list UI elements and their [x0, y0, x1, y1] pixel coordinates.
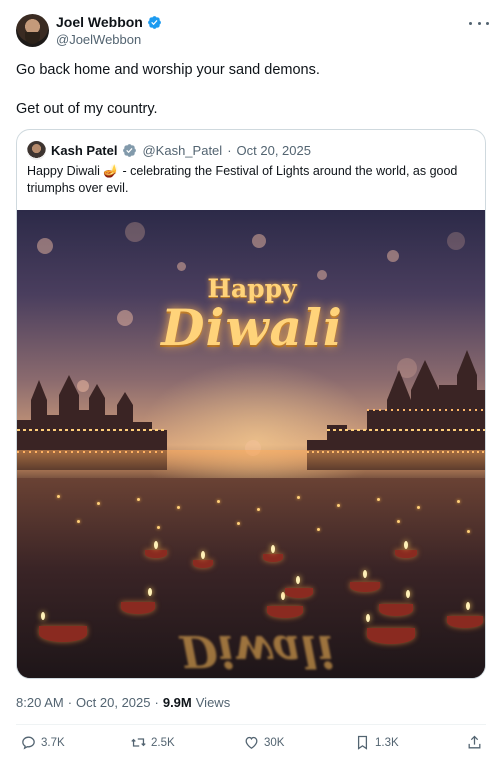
- like-icon: [245, 736, 258, 749]
- like-button[interactable]: 30K: [243, 734, 284, 751]
- quoted-tweet[interactable]: Kash Patel @Kash_Patel · Oct 20, 2025 Ha…: [16, 129, 486, 679]
- author-avatar[interactable]: [16, 14, 49, 47]
- share-icon: [468, 735, 481, 749]
- bookmark-button[interactable]: 1.3K: [354, 734, 399, 751]
- meta-separator-2: ·: [154, 695, 159, 710]
- image-reflection-text: Diwali: [179, 625, 335, 676]
- verified-badge-icon: [147, 15, 161, 29]
- quoted-header: Kash Patel @Kash_Patel · Oct 20, 2025: [27, 141, 311, 160]
- post-time[interactable]: 8:20 AM: [16, 695, 64, 710]
- author-handle[interactable]: @JoelWebbon: [56, 32, 141, 47]
- reply-count: 3.7K: [41, 736, 65, 749]
- reply-icon: [22, 736, 35, 750]
- divider: [16, 724, 486, 725]
- views-label: Views: [195, 695, 231, 710]
- repost-icon: [131, 738, 146, 747]
- more-icon[interactable]: [469, 16, 489, 30]
- share-button[interactable]: [466, 734, 483, 751]
- tweet-text-line-1: Go back home and worship your sand demon…: [16, 62, 320, 78]
- quoted-text: Happy Diwali 🪔 - celebrating the Festiva…: [27, 164, 458, 195]
- author-name-row: Joel Webbon: [56, 14, 162, 30]
- quoted-handle: @Kash_Patel: [142, 143, 223, 158]
- city-silhouette-right: [307, 350, 485, 470]
- bookmark-count: 1.3K: [375, 736, 399, 749]
- timestamp-row: 8:20 AM · Oct 20, 2025 · 9.9M Views: [16, 695, 230, 710]
- tweet-post: Joel Webbon @JoelWebbon Go back home and…: [0, 0, 496, 762]
- quoted-avatar: [27, 141, 46, 160]
- quoted-verified-badge-icon: [123, 144, 137, 157]
- post-date[interactable]: Oct 20, 2025: [76, 695, 150, 710]
- repost-button[interactable]: 2.5K: [130, 734, 175, 751]
- quoted-date: Oct 20, 2025: [236, 143, 311, 158]
- tweet-text-line-2: Get out of my country.: [16, 101, 158, 117]
- repost-count: 2.5K: [151, 736, 175, 749]
- action-bar: 3.7K 2.5K 30K 1.3K: [0, 734, 496, 756]
- author-name[interactable]: Joel Webbon: [56, 14, 143, 30]
- reply-button[interactable]: 3.7K: [20, 734, 65, 751]
- meta-separator: ·: [67, 695, 73, 710]
- like-count: 30K: [264, 736, 285, 749]
- views-count: 9.9M: [162, 695, 192, 710]
- quoted-author-name: Kash Patel: [51, 143, 118, 158]
- quoted-image-diwali[interactable]: Happy Diwali Diwali: [17, 210, 485, 678]
- bookmark-icon: [357, 735, 368, 750]
- quoted-separator: ·: [227, 143, 232, 158]
